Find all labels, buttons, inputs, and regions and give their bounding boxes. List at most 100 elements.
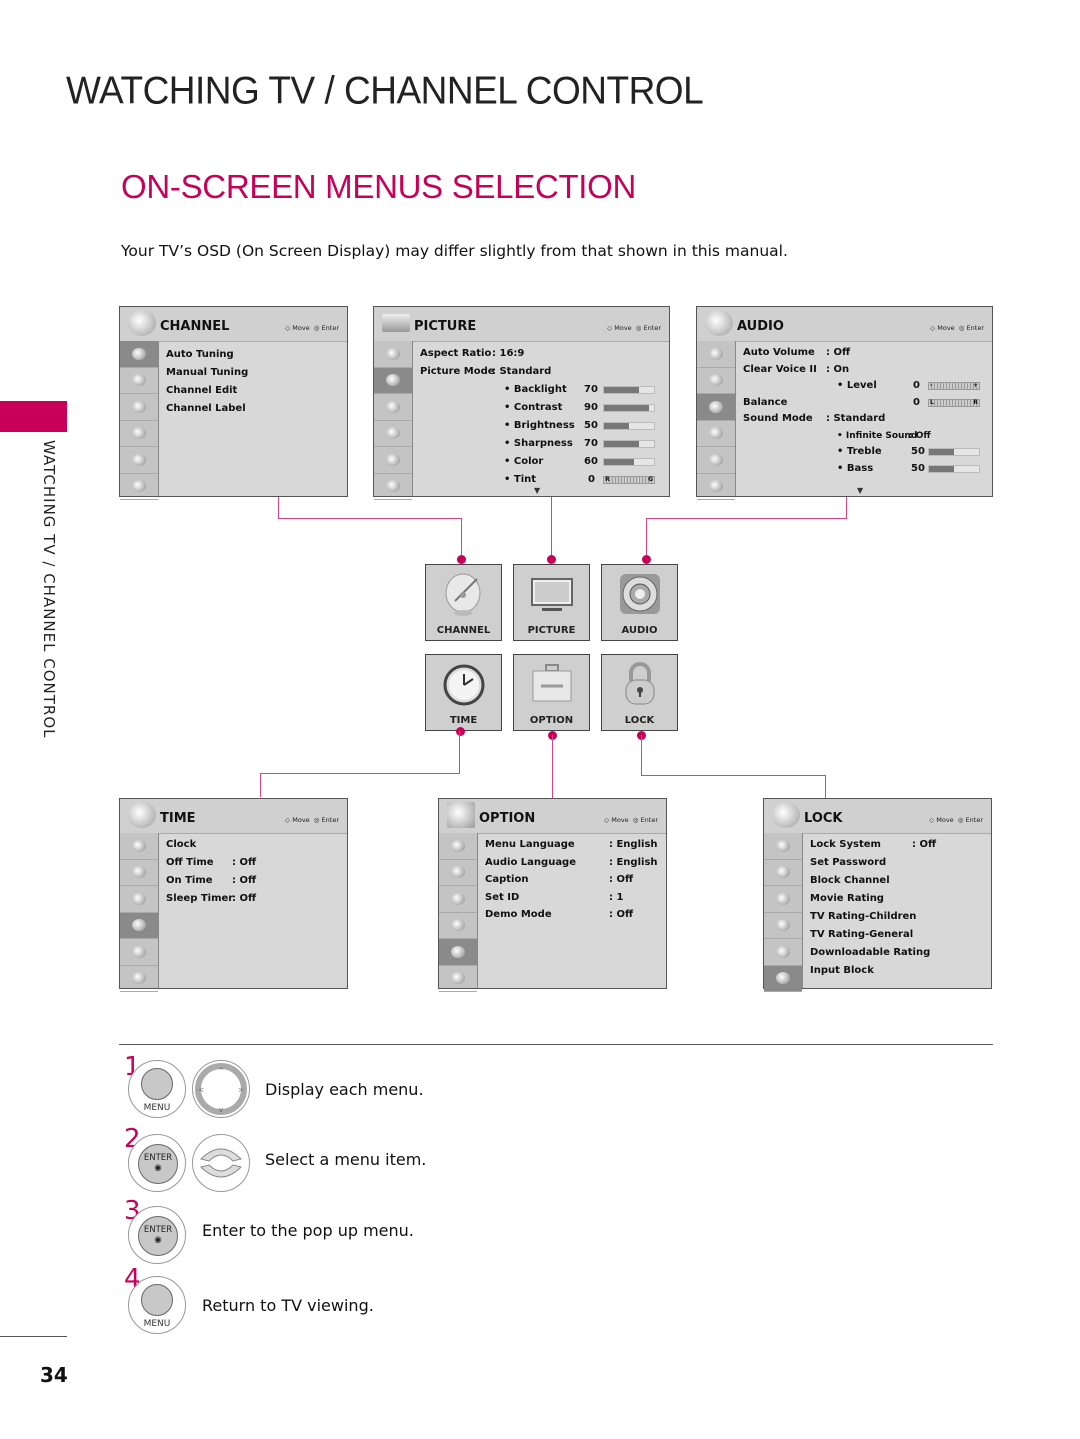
tile-channel[interactable]: CHANNEL bbox=[425, 564, 502, 641]
tint-scale[interactable]: RG bbox=[603, 476, 655, 484]
level-scale[interactable]: - + bbox=[928, 382, 980, 390]
menu-item[interactable]: Lock System: Off bbox=[810, 836, 985, 854]
sidebar-lock-icon[interactable] bbox=[120, 474, 158, 500]
slider-bass[interactable]: • Bass 50 bbox=[743, 461, 986, 478]
menu-item[interactable]: Manual Tuning bbox=[166, 364, 341, 382]
setting-clear-voice[interactable]: Clear Voice II: On bbox=[743, 362, 986, 379]
menu-item[interactable]: TV Rating-General bbox=[810, 926, 985, 944]
menu-item[interactable]: Demo Mode: Off bbox=[485, 906, 660, 924]
balance-scale[interactable]: LR bbox=[928, 398, 980, 407]
sidebar-picture-icon[interactable] bbox=[697, 368, 735, 394]
sidebar-channel-icon[interactable] bbox=[120, 833, 158, 860]
enter-button[interactable]: ENTER ◉ bbox=[128, 1134, 186, 1192]
sidebar-picture-icon[interactable] bbox=[120, 860, 158, 886]
menu-item[interactable]: Movie Rating bbox=[810, 890, 985, 908]
sidebar-time-icon[interactable] bbox=[374, 421, 412, 447]
sidebar-lock-icon[interactable] bbox=[697, 474, 735, 500]
slider-treble[interactable]: • Treble 50 bbox=[743, 444, 986, 461]
sidebar-picture-icon[interactable] bbox=[764, 860, 802, 886]
sidebar-lock-icon[interactable] bbox=[374, 474, 412, 500]
slider-balance[interactable]: Balance 0 L R bbox=[743, 395, 986, 412]
osd-title: AUDIO bbox=[737, 319, 784, 334]
menu-item[interactable]: Caption: Off bbox=[485, 871, 660, 889]
tile-audio[interactable]: AUDIO bbox=[601, 564, 678, 641]
sidebar-time-icon[interactable] bbox=[120, 421, 158, 447]
slider-row[interactable]: • Color 60 bbox=[420, 453, 663, 471]
setting-picture-mode[interactable]: Picture Mode: Standard bbox=[420, 363, 663, 381]
scroll-down-arrow-icon[interactable]: ▼ bbox=[534, 486, 540, 495]
slider-row[interactable]: • Contrast 90 bbox=[420, 399, 663, 417]
menu-item[interactable]: Sleep Timer: Off bbox=[166, 890, 341, 908]
connector-dot bbox=[456, 727, 465, 736]
sidebar-audio-icon[interactable] bbox=[439, 886, 477, 913]
menu-item[interactable]: Input Block bbox=[810, 962, 985, 980]
menu-item[interactable]: Menu Language: English bbox=[485, 836, 660, 854]
sidebar-audio-icon[interactable] bbox=[697, 394, 735, 421]
tile-time[interactable]: TIME bbox=[425, 654, 502, 731]
slider-row[interactable]: • Backlight 70 bbox=[420, 381, 663, 399]
slider-bar[interactable] bbox=[603, 458, 655, 466]
clock-icon bbox=[443, 664, 485, 706]
enter-button[interactable]: ENTER ◉ bbox=[128, 1206, 186, 1264]
svg-text:v: v bbox=[219, 1106, 223, 1114]
setting-aspect-ratio[interactable]: Aspect Ratio: 16:9 bbox=[420, 345, 663, 363]
sidebar-picture-icon[interactable] bbox=[374, 367, 412, 394]
sidebar-time-icon[interactable] bbox=[120, 912, 158, 939]
menu-item[interactable]: TV Rating-Children bbox=[810, 908, 985, 926]
sidebar-channel-icon[interactable] bbox=[764, 833, 802, 860]
scroll-down-arrow-icon[interactable]: ▼ bbox=[857, 486, 863, 495]
tile-picture[interactable]: PICTURE bbox=[513, 564, 590, 641]
sidebar-option-icon[interactable] bbox=[120, 939, 158, 966]
setting-sound-mode[interactable]: Sound Mode: Standard bbox=[743, 411, 986, 428]
sidebar-picture-icon[interactable] bbox=[439, 860, 477, 886]
slider-row[interactable]: • Sharpness 70 bbox=[420, 435, 663, 453]
sidebar-option-icon[interactable] bbox=[697, 447, 735, 474]
setting-auto-volume[interactable]: Auto Volume: Off bbox=[743, 345, 986, 362]
nav-pad-icon[interactable]: ^ v < > bbox=[192, 1060, 250, 1118]
sidebar-option-icon[interactable] bbox=[439, 939, 477, 966]
slider-bar[interactable] bbox=[603, 386, 655, 394]
slider-tint[interactable]: • Tint 0 RG bbox=[420, 471, 663, 489]
menu-button[interactable]: MENU bbox=[128, 1276, 186, 1334]
slider-bar[interactable] bbox=[603, 404, 655, 412]
menu-item[interactable]: Audio Language: English bbox=[485, 854, 660, 872]
menu-item[interactable]: Set Password bbox=[810, 854, 985, 872]
slider-bar[interactable] bbox=[603, 422, 655, 430]
sidebar-lock-icon[interactable] bbox=[764, 965, 802, 992]
sidebar-picture-icon[interactable] bbox=[120, 368, 158, 394]
sidebar-audio-icon[interactable] bbox=[120, 886, 158, 913]
slider-bar[interactable] bbox=[603, 440, 655, 448]
tile-lock[interactable]: LOCK bbox=[601, 654, 678, 731]
menu-item[interactable]: Auto Tuning bbox=[166, 346, 341, 364]
sidebar-lock-icon[interactable] bbox=[439, 966, 477, 992]
menu-item[interactable]: Set ID: 1 bbox=[485, 889, 660, 907]
menu-item[interactable]: Block Channel bbox=[810, 872, 985, 890]
menu-item[interactable]: Clock bbox=[166, 836, 341, 854]
sidebar-option-icon[interactable] bbox=[120, 447, 158, 474]
sidebar-option-icon[interactable] bbox=[764, 939, 802, 966]
sidebar-time-icon[interactable] bbox=[439, 913, 477, 939]
osd-header: AUDIO ◇ Move ◎ Enter bbox=[697, 307, 992, 342]
sidebar-channel-icon[interactable] bbox=[697, 341, 735, 368]
sidebar-audio-icon[interactable] bbox=[120, 394, 158, 421]
sidebar-lock-icon[interactable] bbox=[120, 966, 158, 992]
slider-level[interactable]: • Level 0- + bbox=[743, 378, 986, 395]
sidebar-channel-icon[interactable] bbox=[120, 341, 158, 368]
setting-infinite-sound[interactable]: • Infinite Sound: Off bbox=[743, 428, 986, 445]
menu-button[interactable]: MENU bbox=[128, 1060, 186, 1118]
sidebar-audio-icon[interactable] bbox=[764, 886, 802, 913]
sidebar-time-icon[interactable] bbox=[764, 913, 802, 939]
menu-item[interactable]: Off Time: Off bbox=[166, 854, 341, 872]
slider-row[interactable]: • Brightness 50 bbox=[420, 417, 663, 435]
sidebar-audio-icon[interactable] bbox=[374, 394, 412, 421]
sidebar-time-icon[interactable] bbox=[697, 421, 735, 447]
menu-item[interactable]: Channel Edit bbox=[166, 382, 341, 400]
sidebar-channel-icon[interactable] bbox=[374, 341, 412, 368]
menu-item[interactable]: On Time: Off bbox=[166, 872, 341, 890]
up-down-pad-icon[interactable] bbox=[192, 1134, 250, 1192]
sidebar-option-icon[interactable] bbox=[374, 447, 412, 474]
menu-item[interactable]: Downloadable Rating bbox=[810, 944, 985, 962]
menu-item[interactable]: Channel Label bbox=[166, 400, 341, 418]
tile-option[interactable]: OPTION bbox=[513, 654, 590, 731]
sidebar-channel-icon[interactable] bbox=[439, 833, 477, 860]
